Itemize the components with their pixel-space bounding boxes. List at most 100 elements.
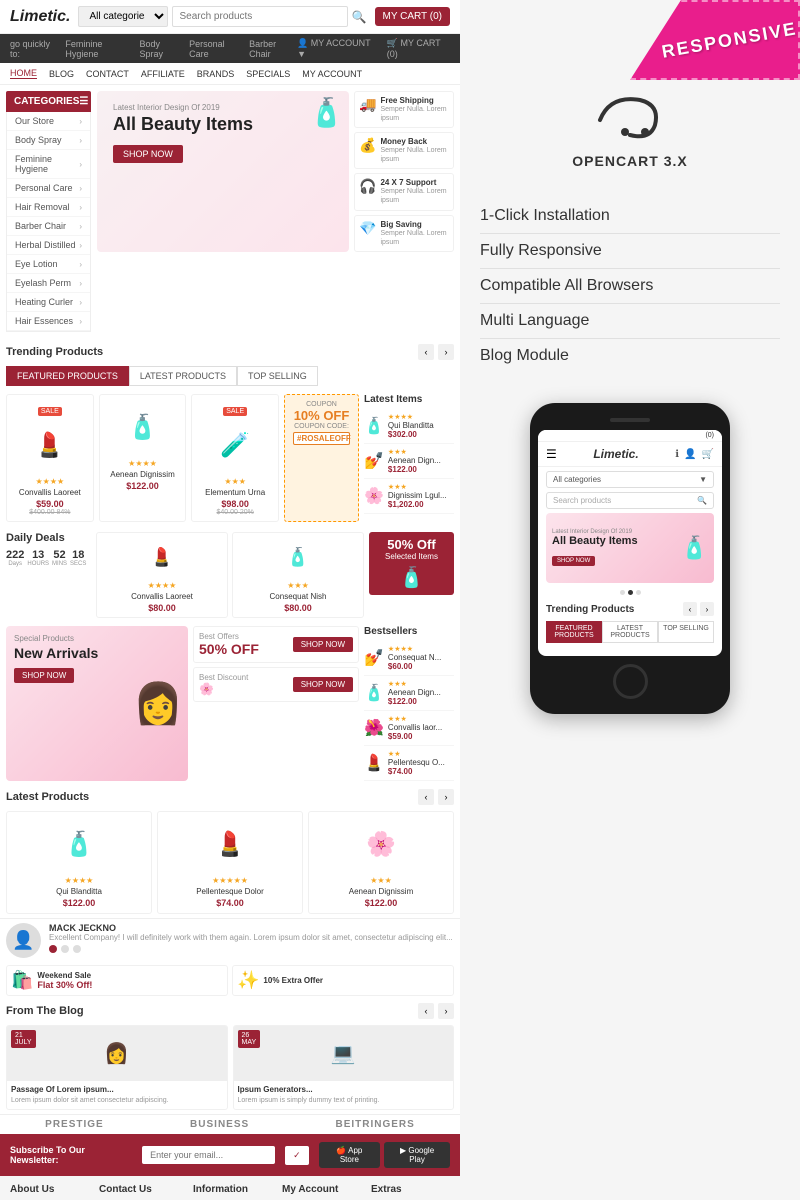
hero-product-image: 🧴 (309, 96, 344, 129)
top-bar: Limetic. All categories 🔍 MY CART (0) (0, 0, 460, 34)
nav-affiliate[interactable]: AFFILIATE (141, 69, 185, 79)
sidebar-item-personal[interactable]: Personal Care› (7, 179, 90, 198)
nav-specials[interactable]: SPECIALS (246, 69, 290, 79)
hero-title: All Beauty Items (113, 114, 333, 136)
phone-cart-icon[interactable]: 🛒 (702, 449, 714, 460)
coupon-off: 10% OFF (293, 408, 350, 423)
newsletter-submit-button[interactable]: ✓ (285, 1146, 309, 1165)
countdown-secs: 18 SECS (70, 549, 86, 567)
trending-nav: ‹ › (418, 344, 454, 360)
category-select[interactable]: All categories (78, 6, 168, 27)
best-discount-label: Best Discount (199, 673, 248, 682)
feature-saving-desc: Semper Nulla. Lorem ipsum (380, 229, 449, 247)
phone-tab-latest[interactable]: LATEST PRODUCTS (602, 621, 658, 643)
phone-trend-prev[interactable]: ‹ (683, 602, 697, 616)
latest-prev-button[interactable]: ‹ (418, 789, 434, 805)
trending-next-button[interactable]: › (438, 344, 454, 360)
sidebar-item-hair[interactable]: Hair Removal› (7, 198, 90, 217)
deal-name-1: Convallis Laoreet (101, 592, 223, 601)
latest-item-3: 🌸 ★★★ Dignissim Lgul... $1,202.00 (364, 479, 454, 514)
blog-prev-button[interactable]: ‹ (418, 1003, 434, 1019)
phone-dot-1[interactable] (620, 590, 625, 595)
nav-blog[interactable]: BLOG (49, 69, 74, 79)
hamburger-icon[interactable]: ☰ (546, 447, 557, 461)
phone-battery: (0) (705, 432, 714, 439)
latest-items-title: Latest Items (364, 394, 454, 405)
phone-info-icon[interactable]: ℹ (675, 449, 679, 460)
sidebar-item-herbal[interactable]: Herbal Distilled› (7, 236, 90, 255)
promo-links: go quickly to: Feminine Hygiene Body Spr… (10, 39, 297, 59)
phone-logo: Limetic. (593, 447, 638, 461)
nav-home[interactable]: HOME (10, 68, 37, 79)
feature-support-desc: Semper Nulla. Lorem ipsum (380, 187, 449, 205)
feature-shipping: 🚚 Free Shipping Semper Nulla. Lorem ipsu… (354, 91, 454, 128)
latest-item-name-2: Aenean Dign... (388, 456, 441, 465)
phone-tab-top[interactable]: TOP SELLING (658, 621, 714, 643)
nav-account[interactable]: MY ACCOUNT (302, 69, 362, 79)
promo-link-4[interactable]: Barber Chair (249, 39, 297, 59)
phone-dot-3[interactable] (636, 590, 641, 595)
latest-product-stars-1: ★★★★ (12, 876, 146, 885)
latest-item-2: 💅 ★★★ Aenean Dign... $122.00 (364, 444, 454, 479)
trending-prev-button[interactable]: ‹ (418, 344, 434, 360)
phone-user-icon[interactable]: 👤 (684, 449, 696, 460)
search-button[interactable]: 🔍 (352, 6, 367, 27)
phone-status-bar: (0) (538, 430, 722, 442)
phone-trending-label: Trending Products (546, 604, 634, 615)
cart-link[interactable]: 🛒 MY CART (0) (387, 38, 450, 59)
phone-search-bar[interactable]: Search products 🔍 (546, 492, 714, 509)
bestseller-info-1: ★★★★ Consequat N... $60.00 (388, 645, 441, 671)
product-card-1: SALE 💄 ★★★★ Convallis Laoreet $59.00 $40… (6, 394, 94, 522)
sidebar-item-ourstore[interactable]: Our Store› (7, 112, 90, 131)
promo-link-1[interactable]: Feminine Hygiene (65, 39, 133, 59)
product-old-price-3: $40.00 20% (197, 509, 273, 516)
phone-dot-2[interactable] (628, 590, 633, 595)
phone-category-select[interactable]: All categories ▼ (546, 471, 714, 488)
phone-tab-featured[interactable]: FEATURED PRODUCTS (546, 621, 602, 643)
two-col-section: Special Products New Arrivals SHOP NOW 👩… (0, 622, 460, 785)
tab-latest[interactable]: LATEST PRODUCTS (129, 366, 237, 386)
best-discount-shop-button[interactable]: SHOP NOW (293, 677, 353, 692)
search-input[interactable] (172, 6, 347, 27)
latest-products-title: Latest Products (6, 791, 89, 803)
googleplay-button[interactable]: ▶ Google Play (384, 1142, 450, 1168)
phone-mockup-wrapper: (0) ☰ Limetic. ℹ 👤 🛒 All categories ▼ (460, 393, 800, 724)
sidebar-item-feminine[interactable]: Feminine Hygiene› (7, 150, 90, 179)
sidebar-item-heating[interactable]: Heating Curler› (7, 293, 90, 312)
phone-hero-button[interactable]: SHOP NOW (552, 556, 595, 566)
website-preview: Limetic. All categories 🔍 MY CART (0) go… (0, 0, 460, 1200)
sidebar-item-barber[interactable]: Barber Chair› (7, 217, 90, 236)
hero-shop-now-button[interactable]: SHOP NOW (113, 145, 183, 163)
newsletter-input[interactable] (142, 1146, 275, 1164)
account-link[interactable]: 👤 MY ACCOUNT ▼ (297, 38, 377, 59)
cart-button[interactable]: MY CART (0) (375, 7, 450, 26)
latest-next-button[interactable]: › (438, 789, 454, 805)
product-img-2: 🧴 (105, 400, 181, 455)
latest-items-panel: Latest Items 🧴 ★★★★ Qui Blanditta $302.0… (364, 394, 454, 522)
tab-topselling[interactable]: TOP SELLING (237, 366, 318, 386)
sidebar-item-eyelash[interactable]: Eyelash Perm› (7, 274, 90, 293)
phone-home-button[interactable] (613, 664, 648, 699)
new-arrivals-shop-button[interactable]: SHOP NOW (14, 668, 74, 683)
testimonial-text: Excellent Company! I will definitely wor… (49, 933, 453, 942)
new-arrivals-banner: Special Products New Arrivals SHOP NOW 👩 (6, 626, 188, 781)
blog-next-button[interactable]: › (438, 1003, 454, 1019)
promo-link-2[interactable]: Body Spray (139, 39, 183, 59)
support-icon: 🎧 (359, 178, 376, 195)
testimonial-dots (49, 945, 453, 953)
selected-items-area: 50% Off Selected Items 🧴 (369, 532, 454, 618)
nav-brands[interactable]: BRANDS (197, 69, 235, 79)
sidebar-item-bodyspray[interactable]: Body Spray› (7, 131, 90, 150)
nav-contact[interactable]: CONTACT (86, 69, 129, 79)
best-offers-shop-button[interactable]: SHOP NOW (293, 637, 353, 652)
sidebar-item-eye[interactable]: Eye Lotion› (7, 255, 90, 274)
feature-support-text: 24 X 7 Support Semper Nulla. Lorem ipsum (380, 178, 449, 205)
promo-link-3[interactable]: Personal Care (189, 39, 243, 59)
phone-carousel-dots (538, 587, 722, 598)
tab-featured[interactable]: FEATURED PRODUCTS (6, 366, 129, 386)
sidebar-item-hairess[interactable]: Hair Essences› (7, 312, 90, 331)
phone-trend-next[interactable]: › (700, 602, 714, 616)
appstore-button[interactable]: 🍎 App Store (319, 1142, 380, 1168)
product-img-1: 💄 (12, 418, 88, 473)
latest-item-price-1: $302.00 (388, 430, 434, 439)
